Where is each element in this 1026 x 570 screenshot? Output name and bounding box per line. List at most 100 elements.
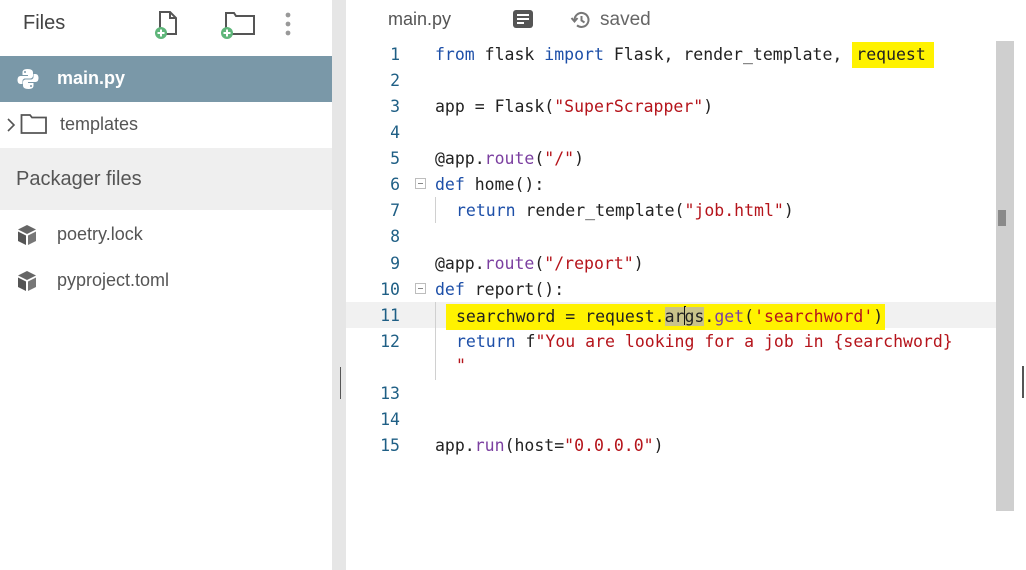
code-line-wrap: " [346,352,998,378]
code-token: "SuperScrapper" [554,97,704,116]
code-line: 13 [346,380,998,406]
code-token: def [435,175,465,194]
code-token: ( [534,149,545,168]
code-token: f [515,332,536,351]
line-number: 13 [380,384,400,403]
code-token: . [704,307,715,326]
code-line: 10 def report(): [346,276,998,302]
format-code-icon[interactable] [512,9,534,29]
code-token: return [456,332,516,351]
code-token: "job.html" [684,201,784,220]
file-item-main-py[interactable]: main.py [0,56,332,102]
line-number: 3 [390,97,400,116]
pane-splitter[interactable] [332,0,346,570]
code-token: ( [744,307,755,326]
code-token: @app. [435,149,485,168]
chevron-right-icon[interactable] [6,118,16,137]
code-line: 2 [346,67,998,93]
package-icon [16,224,38,251]
code-token: route [484,254,535,273]
line-number: 2 [390,71,400,90]
line-number: 10 [380,280,400,299]
code-token: ) [783,201,794,220]
code-token: "You are looking for a job in {searchwor… [535,332,953,351]
highlighted-token: request [852,42,934,68]
code-token: " [456,356,466,375]
folder-item-templates[interactable]: templates [0,102,332,148]
code-token: report(): [464,280,565,299]
line-number: 12 [380,332,400,351]
code-token: (host= [504,436,565,455]
code-token: ) [703,97,714,116]
code-token: @app. [435,254,485,273]
code-token: ) [574,149,585,168]
code-token: ar [664,307,685,326]
tab-main-py[interactable]: main.py [388,9,451,30]
new-folder-icon[interactable] [218,10,255,40]
fold-toggle-icon[interactable] [415,178,426,189]
line-number: 9 [390,254,400,273]
vertical-scrollbar[interactable] [996,41,1014,511]
code-token: return [456,201,516,220]
code-token: ) [873,307,884,326]
file-item-label: pyproject.toml [57,270,170,290]
packager-files-title: Packager files [16,168,142,190]
new-file-icon[interactable] [154,10,182,40]
file-item-label: poetry.lock [57,224,143,244]
line-number: 14 [380,410,400,429]
code-token: run [474,436,505,455]
code-line: 6 def home(): [346,171,998,197]
code-token: searchword = request. [456,307,665,326]
line-number: 8 [390,227,400,246]
code-token: "/" [544,149,575,168]
right-pane-handle[interactable] [1022,366,1024,398]
code-line: 5 @app.route("/") [346,145,998,171]
code-line: 1 from flask import Flask, render_templa… [346,41,998,68]
file-item-label: main.py [57,68,126,88]
folder-item-label: templates [60,114,139,134]
code-token: route [484,149,535,168]
more-options-icon[interactable] [278,10,298,40]
code-line: 15 app.run(host="0.0.0.0") [346,432,998,458]
code-line: 4 [346,119,998,145]
history-icon[interactable] [570,9,592,31]
code-token: app. [435,436,475,455]
files-title: Files [23,12,66,34]
code-editor: main.py saved 1 from flask import Flask,… [346,0,1026,570]
code-token: home(): [464,175,545,194]
code-token: import [544,45,604,64]
code-token: app = Flask( [435,97,555,116]
fold-toggle-icon[interactable] [415,283,426,294]
code-line: 12 return f"You are looking for a job in… [346,328,998,380]
code-token: ) [633,254,644,273]
file-item-poetry-lock[interactable]: poetry.lock [0,212,332,258]
folder-icon [20,113,48,140]
code-token: Flask, render_template, [603,45,853,64]
file-item-pyproject-toml[interactable]: pyproject.toml [0,258,332,304]
line-number: 5 [390,149,400,168]
code-line: 7 return render_template("job.html") [346,197,998,223]
code-line: 14 [346,406,998,432]
files-header: Files [0,0,332,50]
code-area[interactable]: 1 from flask import Flask, render_templa… [346,41,998,570]
code-token: "0.0.0.0" [564,436,654,455]
scrollbar-thumb[interactable] [998,210,1006,226]
code-token: from [435,45,475,64]
indent-guide [435,302,436,328]
line-number: 6 [390,175,400,194]
code-token: flask [474,45,545,64]
line-number: 4 [390,123,400,142]
code-token: gs [684,307,705,326]
code-line: 9 @app.route("/report") [346,250,998,276]
save-status: saved [600,9,651,30]
splitter-handle[interactable] [340,367,341,399]
code-line-active: 11 searchword = request.args.get('search… [346,302,998,330]
line-number: 15 [380,436,400,455]
python-file-icon [17,68,39,95]
code-token: def [435,280,465,299]
file-sidebar: Files main.py templates Packager files p… [0,0,332,570]
line-number: 7 [390,201,400,220]
code-token: ) [653,436,664,455]
code-token: render_template( [515,201,685,220]
code-line: 8 [346,223,998,249]
